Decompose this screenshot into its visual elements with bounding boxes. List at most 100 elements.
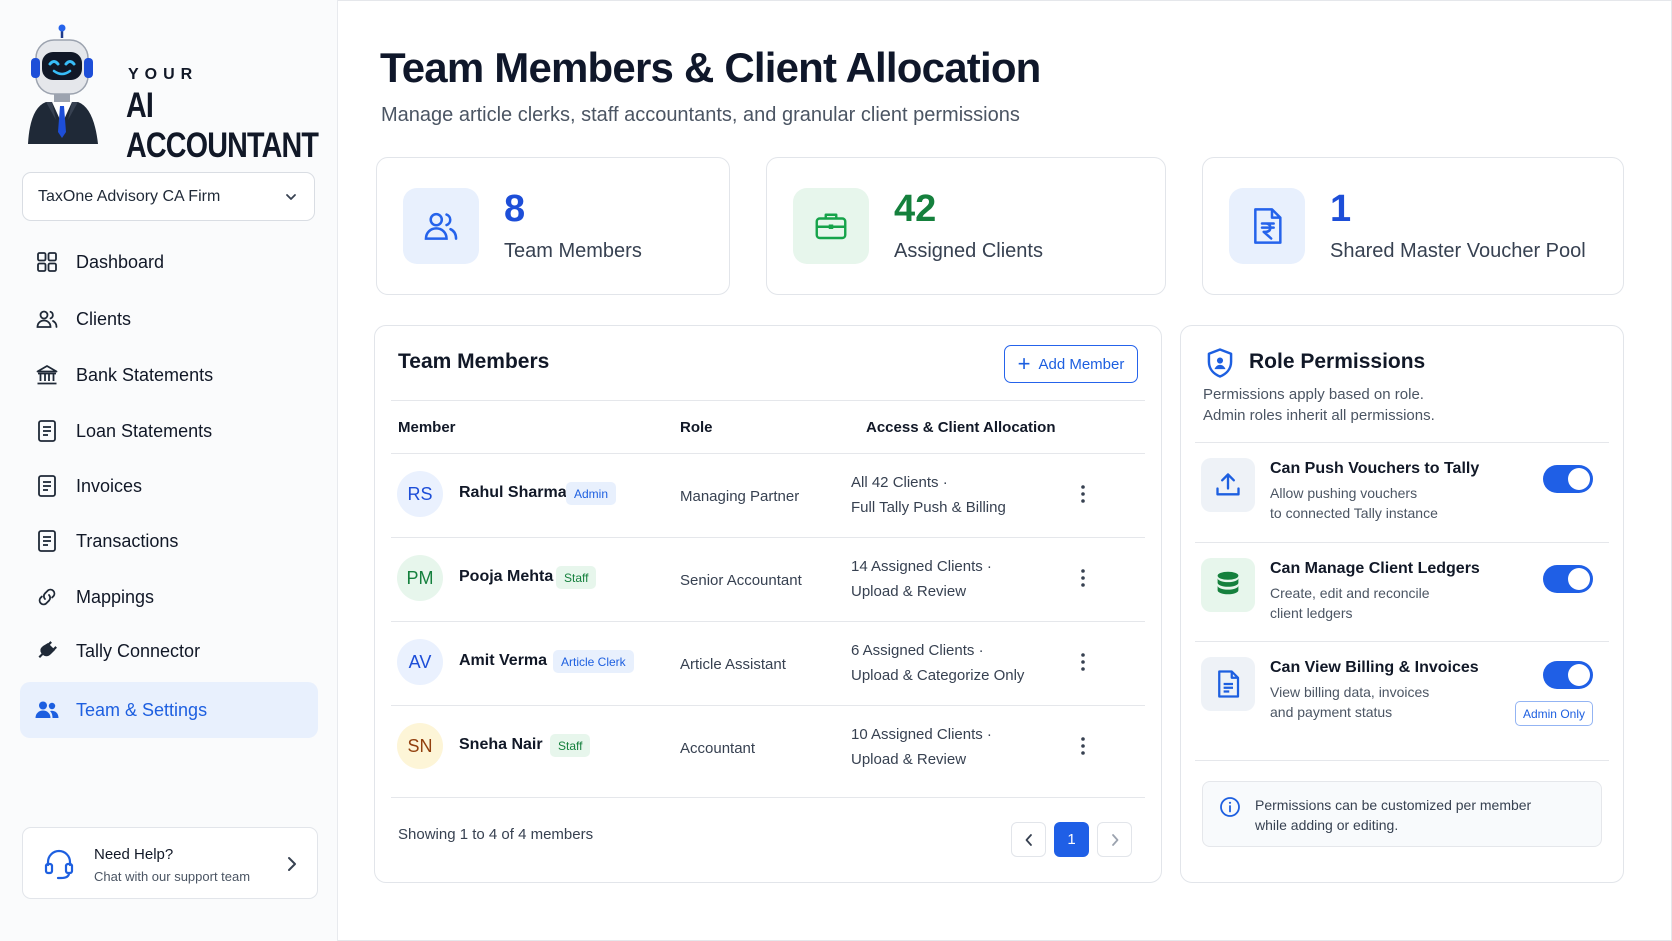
sidebar-item-transactions[interactable]: Transactions bbox=[20, 513, 318, 569]
document-icon bbox=[34, 418, 60, 444]
access-clients: 10 Assigned Clients · bbox=[851, 726, 992, 743]
access-permissions: Full Tally Push & Billing bbox=[851, 499, 1006, 516]
info-icon bbox=[1220, 797, 1240, 817]
role-permissions-card: Role Permissions Permissions apply based… bbox=[1180, 325, 1624, 883]
column-header-member: Member bbox=[398, 419, 456, 436]
sidebar-item-mappings[interactable]: Mappings bbox=[20, 569, 318, 625]
firm-select-value: TaxOne Advisory CA Firm bbox=[38, 187, 221, 205]
access-permissions: Upload & Categorize Only bbox=[851, 667, 1025, 684]
headset-icon bbox=[44, 849, 74, 880]
permission-description: View billing data, invoices bbox=[1270, 684, 1430, 700]
role-permissions-description: Permissions apply based on role. Admin r… bbox=[1203, 384, 1435, 426]
add-member-label: Add Member bbox=[1038, 355, 1125, 373]
grid-icon bbox=[34, 249, 60, 275]
avatar: AV bbox=[397, 639, 443, 685]
team-icon bbox=[34, 697, 60, 723]
access-permissions: Upload & Review bbox=[851, 583, 967, 600]
member-role: Article Assistant bbox=[680, 656, 786, 673]
sidebar-item-label: Tally Connector bbox=[76, 640, 201, 661]
help-card[interactable]: Need Help? Chat with our support team bbox=[22, 827, 318, 899]
brand-logo[interactable]: YOUR AI ACCOUNTANT bbox=[22, 24, 322, 165]
member-name: Amit Verma bbox=[459, 652, 548, 669]
table-row[interactable]: PM Pooja Mehta Staff Senior Accountant 1… bbox=[391, 537, 1145, 621]
stat-label: Team Members bbox=[504, 240, 642, 262]
permission-description: client ledgers bbox=[1270, 605, 1353, 621]
sidebar-item-label: Mappings bbox=[76, 586, 155, 607]
robot-mascot-icon bbox=[28, 24, 98, 144]
sidebar-item-label: Clients bbox=[76, 308, 132, 329]
page-title: Team Members & Client Allocation bbox=[380, 44, 1041, 91]
users-icon bbox=[403, 188, 479, 264]
access-clients: 14 Assigned Clients · bbox=[851, 558, 992, 575]
permission-toggle[interactable] bbox=[1543, 661, 1593, 689]
stat-label: Shared Master Voucher Pool bbox=[1330, 240, 1586, 262]
permissions-note: Permissions can be customized per member… bbox=[1202, 781, 1602, 847]
permission-description: and payment status bbox=[1270, 704, 1393, 720]
stat-card-team-members: 8 Team Members bbox=[376, 157, 730, 295]
team-members-title: Team Members bbox=[398, 350, 550, 373]
sidebar-item-invoices[interactable]: Invoices bbox=[20, 458, 318, 514]
team-members-card: Team Members + Add Member Member Role Ac… bbox=[374, 325, 1162, 883]
table-row[interactable]: SN Sneha Nair Staff Accountant 10 Assign… bbox=[391, 705, 1145, 789]
document-icon bbox=[34, 473, 60, 499]
upload-icon bbox=[1201, 458, 1255, 512]
sidebar-item-loan-statements[interactable]: Loan Statements bbox=[20, 403, 318, 459]
pagination-summary: Showing 1 to 4 of 4 members bbox=[398, 826, 594, 843]
stat-label: Assigned Clients bbox=[894, 240, 1043, 262]
sidebar-item-bank-statements[interactable]: Bank Statements bbox=[20, 347, 318, 403]
chevron-right-icon bbox=[1111, 833, 1118, 846]
sidebar-item-clients[interactable]: Clients bbox=[20, 291, 318, 347]
table-row[interactable]: AV Amit Verma Article Clerk Article Assi… bbox=[391, 621, 1145, 705]
plug-icon bbox=[34, 638, 60, 664]
shield-icon bbox=[1207, 348, 1233, 378]
sidebar-item-dashboard[interactable]: Dashboard bbox=[20, 234, 318, 290]
avatar: PM bbox=[397, 555, 443, 601]
permission-toggle[interactable] bbox=[1543, 565, 1593, 593]
more-options-icon[interactable] bbox=[1077, 735, 1089, 757]
description-line: Admin roles inherit all permissions. bbox=[1203, 407, 1435, 424]
sidebar-item-label: Team & Settings bbox=[76, 699, 208, 720]
sidebar-item-label: Bank Statements bbox=[76, 364, 214, 385]
permission-title: Can Push Vouchers to Tally bbox=[1270, 460, 1480, 477]
users-icon bbox=[34, 306, 60, 332]
access-permissions: Upload & Review bbox=[851, 751, 967, 768]
prev-page-button[interactable] bbox=[1011, 822, 1046, 857]
permission-toggle[interactable] bbox=[1543, 465, 1593, 493]
toggle-knob bbox=[1568, 468, 1590, 490]
more-options-icon[interactable] bbox=[1077, 651, 1089, 673]
brand-line-1: YOUR bbox=[128, 66, 199, 83]
avatar: RS bbox=[397, 471, 443, 517]
bank-icon bbox=[34, 362, 60, 388]
sidebar-item-label: Loan Statements bbox=[76, 420, 213, 441]
sidebar-item-label: Invoices bbox=[76, 475, 143, 496]
member-role: Managing Partner bbox=[680, 488, 800, 505]
divider bbox=[1195, 760, 1609, 761]
next-page-button[interactable] bbox=[1097, 822, 1132, 857]
member-name: Pooja Mehta bbox=[459, 568, 554, 585]
role-badge: Admin bbox=[566, 482, 617, 505]
permission-title: Can Manage Client Ledgers bbox=[1270, 560, 1480, 577]
access-clients: 6 Assigned Clients · bbox=[851, 642, 984, 659]
briefcase-icon bbox=[793, 188, 869, 264]
firm-select[interactable]: TaxOne Advisory CA Firm bbox=[22, 172, 315, 221]
role-permissions-title: Role Permissions bbox=[1249, 350, 1426, 373]
sidebar-item-label: Transactions bbox=[76, 530, 179, 551]
more-options-icon[interactable] bbox=[1077, 567, 1089, 589]
table-row[interactable]: RS Rahul Sharma Admin Managing Partner A… bbox=[391, 453, 1145, 537]
note-line: while adding or editing. bbox=[1255, 817, 1399, 833]
add-member-button[interactable]: + Add Member bbox=[1004, 345, 1138, 383]
member-role: Senior Accountant bbox=[680, 572, 802, 589]
document-icon bbox=[34, 528, 60, 554]
sidebar-item-team-settings[interactable]: Team & Settings bbox=[20, 682, 318, 738]
note-line: Permissions can be customized per member bbox=[1255, 797, 1532, 813]
more-options-icon[interactable] bbox=[1077, 483, 1089, 505]
member-role: Accountant bbox=[680, 740, 756, 757]
member-name: Rahul Sharma bbox=[459, 484, 567, 501]
permission-title: Can View Billing & Invoices bbox=[1270, 659, 1479, 676]
divider bbox=[391, 400, 1145, 401]
sidebar-item-tally-connector[interactable]: Tally Connector bbox=[20, 623, 318, 679]
page-button-current[interactable]: 1 bbox=[1054, 822, 1089, 857]
toggle-knob bbox=[1568, 664, 1590, 686]
permission-description: to connected Tally instance bbox=[1270, 505, 1438, 521]
page-subtitle: Manage article clerks, staff accountants… bbox=[381, 104, 1020, 126]
